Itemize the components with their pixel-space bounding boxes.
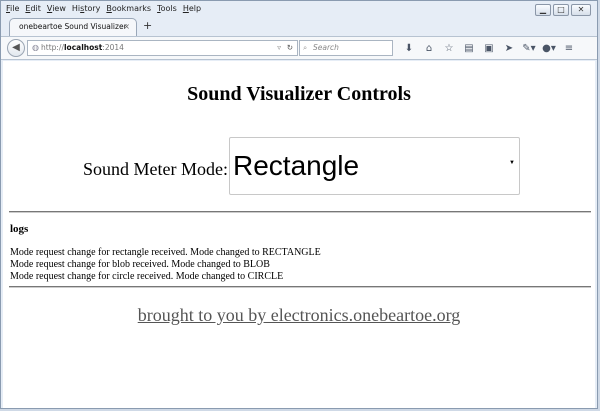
log-line: Mode request change for rectangle receiv… (10, 247, 321, 258)
search-placeholder: Search (313, 43, 339, 52)
browser-window: File Edit View History Bookmarks Tools H… (0, 0, 598, 409)
menu-bookmarks[interactable]: Bookmarks (103, 4, 154, 13)
library-icon[interactable]: ▤ (459, 43, 479, 54)
navigation-bar: ◀ ◍ http://localhost:2014 ▿ ↻ ⌕ Search ⬇… (1, 36, 597, 60)
search-input[interactable]: ⌕ Search (299, 40, 393, 56)
log-line: Mode request change for circle received.… (10, 271, 284, 282)
globe-icon: ◍ (32, 43, 39, 52)
log-line: Mode request change for blob received. M… (10, 259, 270, 270)
url-bar[interactable]: ◍ http://localhost:2014 ▿ ↻ (27, 40, 298, 56)
divider (9, 211, 591, 213)
tool-icon[interactable]: ✎▾ (519, 43, 539, 54)
tab-close-icon[interactable]: × (123, 19, 130, 35)
url-dropdown-icon[interactable]: ▿ (277, 41, 281, 55)
url-text: http://localhost:2014 (41, 43, 124, 52)
logs-list: Mode request change for rectangle receiv… (10, 247, 321, 283)
chevron-down-icon: ▼ (509, 160, 515, 166)
account-icon[interactable]: ●▾ (539, 43, 559, 54)
maximize-button[interactable]: □ (553, 4, 569, 16)
mode-label: Sound Meter Mode: (83, 159, 228, 179)
tab-sound-visualizer[interactable]: onebeartoe Sound Visualizer × (9, 18, 137, 36)
download-icon[interactable]: ⬇ (399, 43, 419, 54)
back-arrow-icon[interactable]: ◀ (7, 39, 25, 57)
send-icon[interactable]: ➤ (499, 43, 519, 54)
tab-strip: onebeartoe Sound Visualizer × + (1, 18, 597, 36)
bookmark-star-icon[interactable]: ☆ (439, 43, 459, 54)
tab-title: onebeartoe Sound Visualizer (19, 22, 127, 31)
menu-history[interactable]: History (69, 4, 103, 13)
footer-link[interactable]: brought to you by electronics.onebeartoe… (3, 305, 595, 326)
menu-bar: File Edit View History Bookmarks Tools H… (1, 1, 597, 15)
menu-tools[interactable]: Tools (154, 4, 180, 13)
page-content: Sound Visualizer Controls Sound Meter Mo… (3, 61, 595, 408)
reload-icon[interactable]: ↻ (287, 41, 293, 55)
hamburger-menu-icon[interactable]: ≡ (559, 43, 579, 54)
divider (9, 286, 591, 288)
mode-select[interactable]: Rectangle ▼ (229, 137, 520, 195)
mode-selected-value: Rectangle (233, 150, 360, 181)
logs-heading: logs (10, 223, 29, 235)
reader-icon[interactable]: ▣ (479, 43, 499, 54)
menu-help[interactable]: Help (180, 4, 204, 13)
menu-view[interactable]: View (44, 4, 69, 13)
home-icon[interactable]: ⌂ (419, 43, 439, 54)
toolbar-icons: ⬇ ⌂ ☆ ▤ ▣ ➤ ✎▾ ●▾ ≡ (399, 40, 579, 56)
window-controls: ▁ □ ✕ (535, 4, 591, 16)
page-title: Sound Visualizer Controls (187, 83, 411, 105)
close-window-button[interactable]: ✕ (571, 4, 591, 16)
search-icon: ⌕ (303, 43, 308, 52)
new-tab-button[interactable]: + (143, 19, 152, 32)
menu-edit[interactable]: Edit (22, 4, 44, 13)
menu-file[interactable]: File (1, 4, 22, 13)
minimize-button[interactable]: ▁ (535, 4, 551, 16)
